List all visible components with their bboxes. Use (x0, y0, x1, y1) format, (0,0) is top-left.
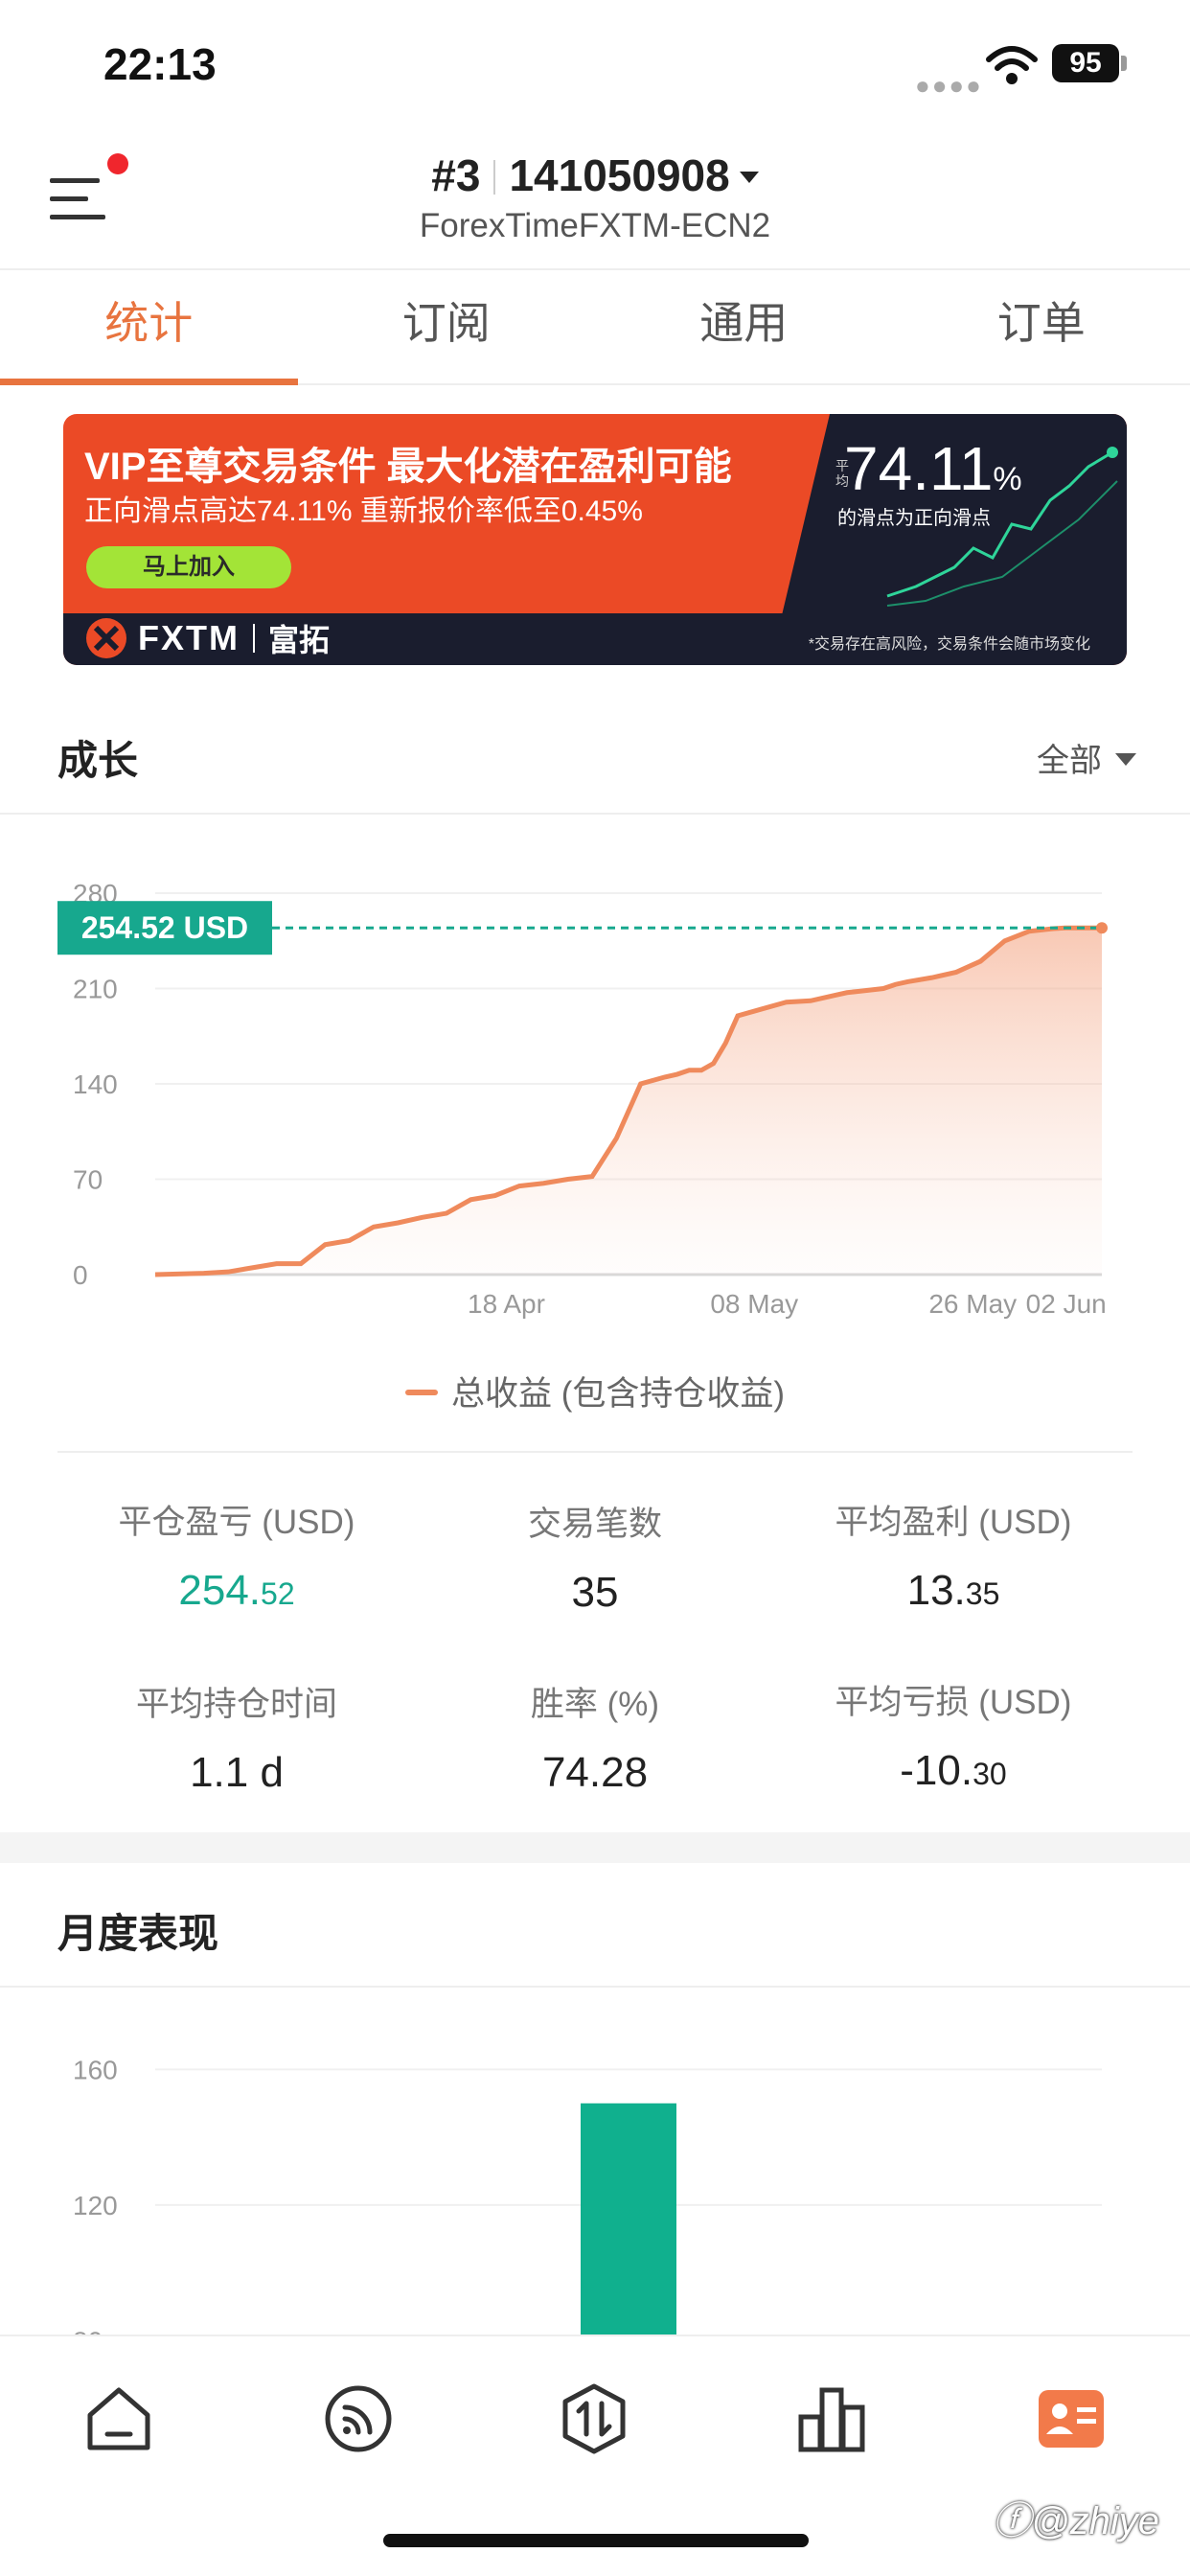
caret-down-icon (739, 172, 759, 183)
stat-value-main: 254. (178, 1567, 262, 1614)
brand-divider (252, 624, 255, 653)
current-value-marker (1096, 922, 1108, 934)
tab-subscribe[interactable]: 订阅 (298, 270, 596, 383)
stat-avg-loss: 平均亏损 (USD) -10.30 (755, 1675, 1152, 1795)
stat-value: 254.52 (38, 1567, 435, 1615)
banner-percent-value: 74.11 (844, 434, 994, 503)
home-icon[interactable] (82, 2382, 155, 2455)
tab-general[interactable]: 通用 (595, 270, 893, 383)
app-header: #3 141050908 ForexTimeFXTM-ECN2 (0, 125, 1190, 270)
battery-tip (1121, 56, 1127, 71)
range-selector[interactable]: 全部 (1037, 734, 1136, 781)
watermark: ⓕ@zhiye (993, 2500, 1159, 2542)
status-bar: 22:13 ●●●● 95 (0, 0, 1190, 125)
tab-orders[interactable]: 订单 (893, 270, 1190, 383)
growth-chart[interactable]: 07014021028018 Apr 08 May 26 May 02 Jun 254… (0, 843, 1190, 1361)
account-rank: #3 (431, 150, 481, 200)
current-value-label: 254.52 USD (81, 910, 248, 945)
stat-closed-pnl: 平仓盈亏 (USD) 254.52 (38, 1495, 435, 1615)
stat-label: 平仓盈亏 (USD) (118, 1504, 355, 1541)
stats-grid: 平仓盈亏 (USD) 254.52 交易笔数 35 平均盈利 (USD) 13.… (0, 1476, 1190, 1821)
battery-icon: 95 (1052, 44, 1119, 82)
status-time: 22:13 (103, 39, 217, 89)
fxtm-brand-cn: 富拓 (267, 623, 330, 657)
stat-value-decimal: 30 (973, 1757, 1007, 1791)
tab-bar: 统计 订阅 通用 订单 (0, 270, 1190, 385)
y-tick-label: 140 (73, 1070, 118, 1099)
stat-avg-profit: 平均盈利 (USD) 13.35 (755, 1495, 1152, 1615)
stat-label: 平均盈利 (USD) (835, 1504, 1072, 1541)
x-tick-label: 18 Apr (468, 1289, 545, 1319)
profile-card-icon[interactable] (1035, 2382, 1108, 2455)
range-selector-label: 全部 (1037, 743, 1102, 779)
ranking-chart-icon[interactable] (795, 2382, 868, 2455)
stat-win-rate: 胜率 (%) 74.28 (397, 1677, 793, 1797)
promo-banner[interactable]: VIP至尊交易条件 最大化潜在盈利可能 正向滑点高达74.11% 重新报价率低至… (63, 414, 1127, 665)
banner-percent-caption: 的滑点为正向滑点 (837, 508, 991, 529)
section-divider (57, 1451, 1133, 1453)
y-tick-label: 80 (73, 2326, 103, 2334)
growth-section-header: 成长 全部 (0, 700, 1190, 815)
x-tick-label: 26 May (928, 1289, 1017, 1319)
monthly-bar[interactable] (581, 2103, 676, 2334)
y-tick-label: 70 (73, 1165, 103, 1195)
fxtm-logo-icon (86, 618, 126, 658)
banner-subtitle: 正向滑点高达74.11% 重新报价率低至0.45% (84, 495, 643, 527)
stat-value: 1.1 d (38, 1749, 435, 1797)
legend-label: 总收益 (包含持仓收益) (450, 1375, 786, 1413)
risk-note: *交易存在高风险，交易条件会随市场变化 (808, 636, 1090, 653)
y-tick-label: 210 (73, 975, 118, 1004)
trade-icon[interactable] (558, 2382, 630, 2455)
legend-swatch (404, 1390, 438, 1395)
growth-title: 成长 (57, 738, 139, 783)
y-tick-label: 0 (73, 1260, 88, 1290)
stat-value-main: 1.1 d (190, 1749, 284, 1796)
home-indicator (383, 2534, 809, 2547)
growth-area-fill (155, 928, 1102, 1275)
account-selector[interactable]: #3 141050908 (0, 150, 1190, 201)
fxtm-brand: FXTM (138, 618, 240, 657)
server-name: ForexTimeFXTM-ECN2 (419, 207, 771, 244)
section-gap (0, 1832, 1190, 1863)
join-now-button[interactable]: 马上加入 (86, 546, 291, 588)
banner-percent: 74.11% (844, 433, 1022, 504)
stat-value: -10.30 (755, 1747, 1152, 1795)
x-tick-label: 02 Jun (1026, 1289, 1107, 1319)
tab-statistics[interactable]: 统计 (0, 270, 298, 385)
stat-avg-hold-time: 平均持仓时间 1.1 d (38, 1677, 435, 1797)
stat-value: 35 (397, 1569, 793, 1617)
stat-label: 平均持仓时间 (135, 1686, 337, 1723)
account-number: 141050908 (509, 150, 730, 200)
stat-trade-count: 交易笔数 35 (397, 1497, 793, 1617)
separator (493, 160, 496, 195)
stat-label: 交易笔数 (527, 1506, 662, 1543)
y-tick-label: 120 (73, 2191, 118, 2220)
fxtm-logo: FXTM 富拓 (84, 617, 330, 659)
monthly-chart[interactable]: 80 120 160 (0, 2012, 1190, 2334)
signals-feed-icon[interactable] (322, 2382, 395, 2455)
stat-value-main: 74.28 (541, 1749, 649, 1796)
signal-icon: ●●●● (915, 71, 983, 100)
stat-label: 平均亏损 (USD) (835, 1684, 1072, 1721)
banner-percent-sign: % (993, 461, 1022, 497)
caret-down-icon (1115, 753, 1136, 766)
stat-value-decimal: 52 (261, 1576, 295, 1611)
stat-value-main: -10. (900, 1747, 973, 1794)
y-tick-label: 160 (73, 2055, 118, 2084)
stat-label: 胜率 (%) (530, 1686, 660, 1723)
stat-value-main: 35 (571, 1569, 619, 1616)
stat-value-decimal: 35 (965, 1576, 1000, 1611)
stat-value: 13.35 (755, 1567, 1152, 1615)
stat-value-main: 13. (906, 1567, 966, 1614)
banner-title: VIP至尊交易条件 最大化潜在盈利可能 (84, 446, 732, 488)
growth-legend: 总收益 (包含持仓收益) (0, 1367, 1190, 1415)
current-value-flag: 254.52 USD (57, 901, 272, 955)
monthly-title: 月度表现 (57, 1911, 219, 1956)
wifi-icon (986, 46, 1038, 84)
stat-value: 74.28 (397, 1749, 793, 1797)
x-tick-label: 08 May (710, 1289, 798, 1319)
monthly-section-header: 月度表现 (0, 1863, 1190, 1988)
